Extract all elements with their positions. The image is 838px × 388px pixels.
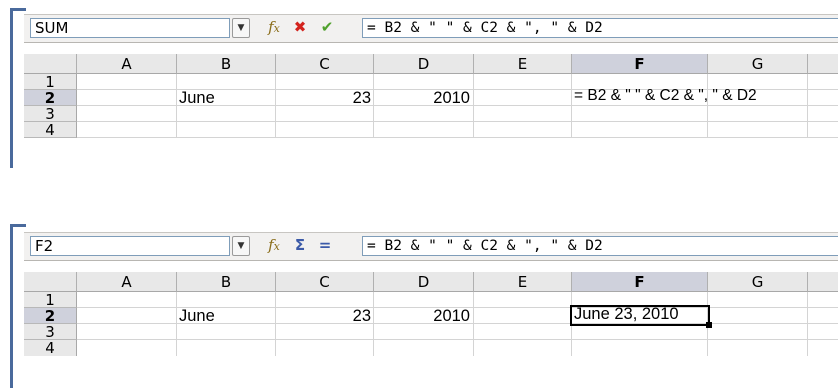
column-header-a[interactable]: A — [77, 272, 177, 292]
row-header-4[interactable]: 4 — [24, 122, 77, 138]
formula-bar: F2 ▼ fx Σ = = B2 & " " & C2 & ", " & D2 — [24, 232, 838, 261]
cell-f2-editing[interactable]: = B2 & " " & C2 & ", " & D2 — [574, 86, 757, 106]
accept-icon[interactable]: ✔ — [317, 17, 337, 37]
cell-c2[interactable]: 23 — [276, 88, 371, 108]
grid-line — [77, 339, 838, 340]
cell-c2[interactable]: 23 — [276, 306, 371, 326]
cell-d2[interactable]: 2010 — [374, 306, 470, 326]
grid-line — [77, 137, 838, 138]
column-header-d[interactable]: D — [374, 272, 474, 292]
select-all-corner[interactable] — [24, 272, 77, 292]
function-wizard-icon[interactable]: fx — [264, 235, 284, 255]
row-header-4[interactable]: 4 — [24, 340, 77, 356]
grid-line — [571, 74, 572, 138]
column-header-b[interactable]: B — [177, 272, 276, 292]
column-header-e[interactable]: E — [474, 54, 572, 74]
column-header-f[interactable]: F — [572, 54, 708, 74]
grid-line — [77, 121, 838, 122]
row-header-1[interactable]: 1 — [24, 74, 77, 90]
row-header-3[interactable]: 3 — [24, 106, 77, 122]
row-header-2[interactable]: 2 — [24, 90, 77, 106]
grid-line — [176, 74, 177, 138]
grid-line — [473, 292, 474, 356]
function-icon[interactable]: = — [315, 235, 335, 255]
column-header-g[interactable]: G — [708, 54, 808, 74]
column-header-d[interactable]: D — [374, 54, 474, 74]
cell-d2[interactable]: 2010 — [374, 88, 470, 108]
column-header-a[interactable]: A — [77, 54, 177, 74]
spreadsheet-grid: A B C D E F G 1 2 3 4 June 23 2010 June … — [24, 272, 838, 388]
function-wizard-icon[interactable]: fx — [264, 17, 284, 37]
row-header-1[interactable]: 1 — [24, 292, 77, 308]
cancel-icon[interactable]: ✖ — [290, 17, 310, 37]
chevron-down-icon: ▼ — [237, 241, 245, 251]
window-edge — [10, 8, 13, 168]
grid-line — [473, 74, 474, 138]
spreadsheet-grid: A B C D E F G 1 2 3 4 June 23 2010 = B2 … — [24, 54, 838, 168]
chevron-down-icon: ▼ — [237, 23, 245, 33]
spreadsheet-result: F2 ▼ fx Σ = = B2 & " " & C2 & ", " & D2 … — [0, 218, 838, 388]
name-box-dropdown-button[interactable]: ▼ — [232, 236, 250, 256]
row-header-3[interactable]: 3 — [24, 324, 77, 340]
grid-line — [807, 292, 808, 356]
name-box-dropdown-button[interactable]: ▼ — [232, 18, 250, 38]
column-header-c[interactable]: C — [276, 272, 374, 292]
column-header-f[interactable]: F — [572, 272, 708, 292]
formula-bar: SUM ▼ fx ✖ ✔ = B2 & " " & C2 & ", " & D2 — [24, 14, 838, 43]
name-box[interactable]: SUM — [30, 18, 230, 38]
grid-line — [176, 292, 177, 356]
column-header-e[interactable]: E — [474, 272, 572, 292]
formula-input[interactable]: = B2 & " " & C2 & ", " & D2 — [362, 18, 838, 38]
cell-b2[interactable]: June — [179, 306, 215, 326]
column-header-overflow — [808, 272, 838, 292]
grid-line — [707, 74, 708, 138]
column-header-overflow — [808, 54, 838, 74]
fill-handle[interactable] — [706, 322, 712, 328]
row-header-2[interactable]: 2 — [24, 308, 77, 324]
spreadsheet-edit-mode: SUM ▼ fx ✖ ✔ = B2 & " " & C2 & ", " & D2… — [0, 0, 838, 175]
cell-f2[interactable]: June 23, 2010 — [574, 304, 679, 324]
name-box[interactable]: F2 — [30, 236, 230, 256]
window-edge — [10, 224, 13, 388]
grid-line — [807, 74, 808, 138]
column-header-b[interactable]: B — [177, 54, 276, 74]
cell-b2[interactable]: June — [179, 88, 215, 108]
sum-icon[interactable]: Σ — [290, 235, 310, 255]
column-header-c[interactable]: C — [276, 54, 374, 74]
select-all-corner[interactable] — [24, 54, 77, 74]
column-header-g[interactable]: G — [708, 272, 808, 292]
formula-input[interactable]: = B2 & " " & C2 & ", " & D2 — [362, 236, 838, 256]
